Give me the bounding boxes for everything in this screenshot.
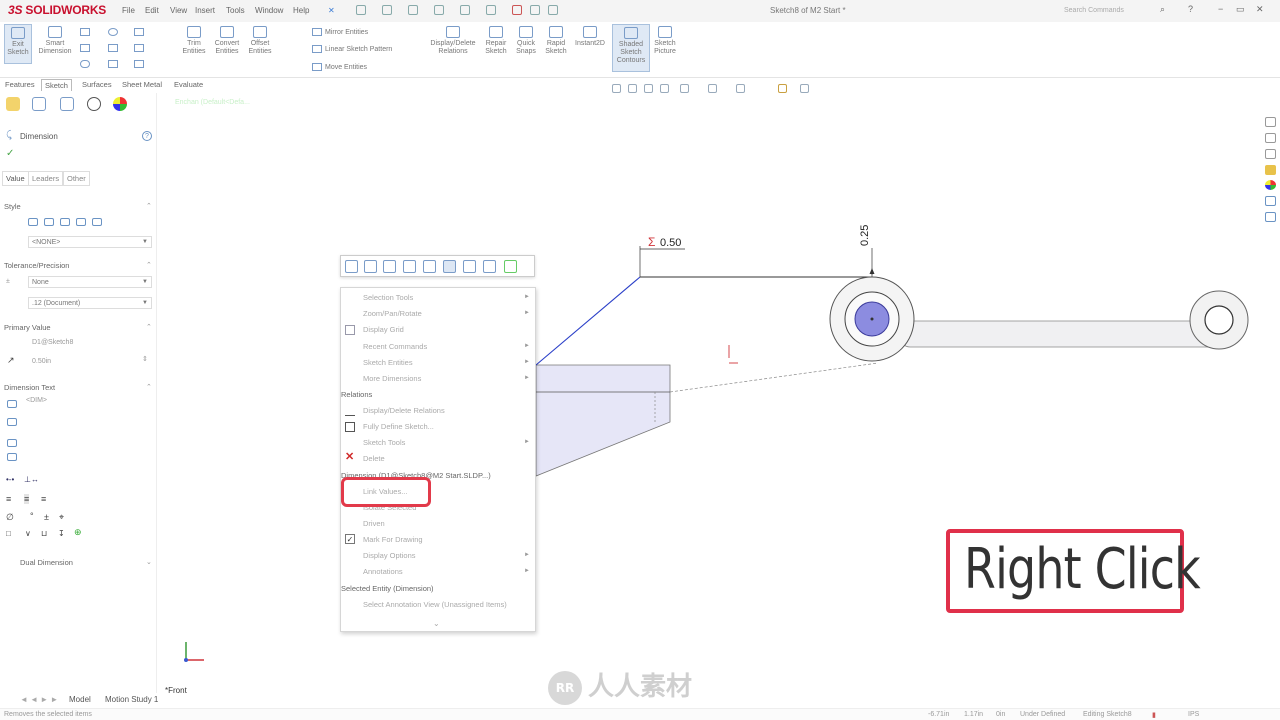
status-z-coordinate: 0in [996, 711, 1006, 718]
menu-item-mark-for-drawing[interactable]: Mark For Drawing [363, 535, 423, 544]
status-sketch-definition: Under Defined [1020, 711, 1066, 718]
link-values-highlight [341, 477, 431, 507]
menu-item-delete[interactable]: Delete [363, 454, 385, 463]
menu-item-more-dimensions[interactable]: More Dimensions [363, 374, 421, 383]
grid-icon [345, 325, 355, 335]
expand-menu-icon[interactable]: ⌄ [433, 619, 440, 628]
menu-item-recent-commands[interactable]: Recent Commands [363, 342, 427, 351]
menu-item-sketch-tools[interactable]: Sketch Tools [363, 438, 405, 447]
tab-scroll-icon[interactable]: ◄ ◄ ► ► [20, 695, 58, 704]
menu-item-display-options[interactable]: Display Options [363, 551, 416, 560]
resources-icon[interactable] [1265, 117, 1276, 127]
save-icon[interactable] [483, 260, 496, 273]
menu-header-selected-entity: Selected Entity (Dimension) [341, 584, 434, 593]
dimension-vertical-value: 0.25 [859, 225, 871, 246]
solidworks-window: 3S SOLIDWORKS File Edit View Insert Tool… [0, 0, 1280, 720]
checkmark-icon: ✓ [345, 534, 355, 544]
menu-item-select-annotation-view[interactable]: Select Annotation View (Unassigned Items… [363, 600, 507, 609]
origin-marker [728, 345, 738, 364]
status-y-coordinate: 1.17in [964, 711, 984, 718]
rebuild-status-icon[interactable]: ▮ [1152, 711, 1156, 719]
construction-line [669, 362, 879, 393]
end-hole [1204, 305, 1234, 335]
bottom-tabs: ◄ ◄ ► ► Model Motion Study 1 [0, 695, 1280, 707]
file-explorer-icon[interactable] [1265, 149, 1276, 159]
fully-define-icon [345, 422, 355, 432]
submenu-arrow-icon: ► [524, 439, 530, 445]
menu-item-selection-tools[interactable]: Selection Tools [363, 293, 413, 302]
context-toolbar [340, 255, 535, 277]
custom-properties-icon[interactable] [1265, 196, 1276, 206]
dimension-horizontal-value: 0.50 [660, 237, 681, 249]
context-menu: Selection Tools ► Zoom/Pan/Rotate ► Disp… [340, 287, 536, 632]
submenu-arrow-icon: ► [524, 343, 530, 349]
zoom-icon[interactable] [403, 260, 416, 273]
menu-item-sketch-entities[interactable]: Sketch Entities [363, 358, 413, 367]
menu-item-display-delete-relations[interactable]: Display/Delete Relations [363, 406, 445, 415]
submenu-arrow-icon: ► [524, 359, 530, 365]
rotate-icon[interactable] [423, 260, 436, 273]
menu-item-driven[interactable]: Driven [363, 519, 385, 528]
triad-axes [184, 642, 204, 662]
appearances-icon[interactable] [1265, 180, 1276, 190]
status-units[interactable]: IPS [1188, 711, 1199, 718]
mate-icon[interactable] [345, 260, 358, 273]
link-body [899, 320, 1221, 348]
flip-icon[interactable] [364, 260, 377, 273]
menu-item-display-grid[interactable]: Display Grid [363, 325, 404, 334]
view-palette-icon[interactable] [1265, 165, 1276, 175]
tab-motion-study-1[interactable]: Motion Study 1 [105, 695, 158, 704]
submenu-arrow-icon: ► [524, 552, 530, 558]
submenu-arrow-icon: ► [524, 375, 530, 381]
forum-icon[interactable] [1265, 212, 1276, 222]
shaded-sketch-region [535, 364, 671, 477]
status-message: Removes the selected items [4, 711, 92, 718]
appearance-icon[interactable] [504, 260, 517, 273]
relations-icon [345, 406, 355, 416]
submenu-arrow-icon: ► [524, 310, 530, 316]
menu-header-relations: Relations [341, 390, 373, 399]
view-orientation-label: *Front [165, 686, 187, 695]
menu-item-zoom-pan-rotate[interactable]: Zoom/Pan/Rotate [363, 309, 422, 318]
delete-icon: ✕ [345, 451, 355, 463]
submenu-arrow-icon: ► [524, 294, 530, 300]
status-bar: Removes the selected items -6.71in 1.17i… [0, 708, 1280, 720]
status-x-coordinate: -6.71in [928, 711, 950, 718]
tab-model[interactable]: Model [69, 695, 91, 704]
menu-item-annotations[interactable]: Annotations [363, 567, 403, 576]
menu-item-fully-define-sketch[interactable]: Fully Define Sketch... [363, 422, 434, 431]
sigma-icon: Σ [648, 235, 655, 249]
undo-icon[interactable] [463, 260, 476, 273]
submenu-arrow-icon: ► [524, 568, 530, 574]
sketch-line [535, 276, 641, 366]
dimension-icon[interactable] [443, 260, 456, 273]
design-library-icon[interactable] [1265, 133, 1276, 143]
text-icon[interactable] [383, 260, 396, 273]
right-click-callout: Right Click [946, 529, 1201, 613]
status-editing: Editing Sketch8 [1083, 711, 1132, 718]
